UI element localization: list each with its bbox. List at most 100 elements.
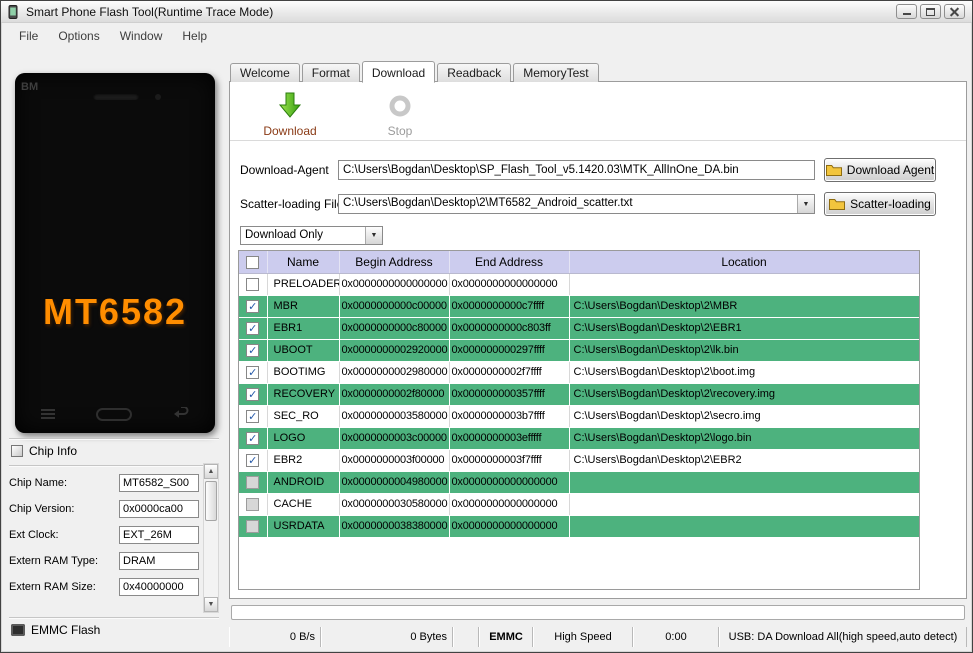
row-location-cell <box>569 471 919 494</box>
chip-field-value[interactable] <box>119 578 199 596</box>
tab-welcome[interactable]: Welcome <box>230 63 300 82</box>
scatter-loading-button[interactable]: Scatter-loading <box>824 192 936 216</box>
download-icon <box>278 92 302 118</box>
chip-field-value[interactable] <box>119 500 199 518</box>
window-controls <box>896 4 965 19</box>
download-action[interactable]: Download <box>242 90 338 138</box>
status-segment-2 <box>453 627 479 647</box>
row-name-cell: RECOVERY <box>267 383 340 406</box>
row-begin-address-cell: 0x0000000038380000 <box>339 515 450 538</box>
row-checkbox[interactable]: ✓ <box>246 453 260 467</box>
status-segment-0: 0 B/s <box>229 627 321 647</box>
status-segment-5: 0:00 <box>633 627 719 647</box>
close-icon <box>949 6 960 17</box>
minimize-icon <box>902 13 911 15</box>
row-check-cell: ✓ <box>239 405 268 428</box>
table-row: CACHE 0x0000000030580000 0x000000000000000… <box>239 493 919 516</box>
row-checkbox[interactable] <box>246 519 260 533</box>
chip-field-value[interactable] <box>119 552 199 570</box>
main-panel: Welcome Format Download Readback MemoryTest … <box>229 49 967 652</box>
separator <box>9 465 219 466</box>
phone-menu-icon <box>41 409 55 419</box>
scroll-down-button[interactable]: ▼ <box>204 597 218 612</box>
row-name-cell: EBR2 <box>267 449 340 472</box>
tab-memorytest[interactable]: MemoryTest <box>513 63 599 82</box>
table-row: ✓ EBR1 0x0000000000c80000 0x0000000000c803f… <box>239 317 919 340</box>
scatter-dropdown-button[interactable]: ▼ <box>797 195 814 213</box>
row-checkbox[interactable]: ✓ <box>246 409 260 423</box>
row-check-cell: ✓ <box>239 427 268 450</box>
status-segment-1: 0 Bytes <box>321 627 453 647</box>
row-name-cell: ANDROID <box>267 471 340 494</box>
row-checkbox[interactable]: ✓ <box>246 343 260 357</box>
row-check-cell <box>239 273 268 296</box>
minimize-button[interactable] <box>896 4 917 19</box>
table-row: PRELOADER 0x0000000000000000 0x00000000000… <box>239 273 919 296</box>
tab-readback[interactable]: Readback <box>437 63 512 82</box>
chip-info-row: Ext Clock: <box>9 525 199 545</box>
row-location-cell: C:\Users\Bogdan\Desktop\2\lk.bin <box>569 339 919 362</box>
menu-item-file[interactable]: File <box>9 26 48 46</box>
row-checkbox[interactable] <box>246 277 260 291</box>
row-checkbox[interactable] <box>246 497 260 511</box>
menu-item-window[interactable]: Window <box>110 26 173 46</box>
row-checkbox[interactable]: ✓ <box>246 387 260 401</box>
maximize-button[interactable] <box>920 4 941 19</box>
row-begin-address-cell: 0x0000000002f80000 <box>339 383 450 406</box>
download-agent-path-input[interactable] <box>338 160 815 180</box>
scroll-track[interactable] <box>204 479 218 597</box>
download-agent-button[interactable]: Download Agent <box>824 158 936 182</box>
row-location-cell: C:\Users\Bogdan\Desktop\2\EBR1 <box>569 317 919 340</box>
row-location-cell: C:\Users\Bogdan\Desktop\2\recovery.img <box>569 383 919 406</box>
tab-format[interactable]: Format <box>301 63 360 82</box>
phone-back-icon <box>174 407 189 418</box>
tab-download[interactable]: Download <box>361 61 436 83</box>
stop-action[interactable]: Stop <box>352 90 448 138</box>
row-check-cell: ✓ <box>239 449 268 472</box>
row-check-cell <box>239 515 268 538</box>
row-name-cell: USRDATA <box>267 515 340 538</box>
row-begin-address-cell: 0x0000000000c80000 <box>339 317 450 340</box>
row-checkbox[interactable]: ✓ <box>246 431 260 445</box>
row-check-cell: ✓ <box>239 295 268 318</box>
chip-info-row: Chip Version: <box>9 499 199 519</box>
chip-info-scrollbar[interactable]: ▲ ▼ <box>203 463 219 613</box>
chevron-down-icon: ▼ <box>370 232 378 239</box>
column-header-name: Name <box>267 251 340 274</box>
row-check-cell: ✓ <box>239 383 268 406</box>
scatter-file-combobox[interactable]: C:\Users\Bogdan\Desktop\2\MT6582_Android… <box>338 194 815 214</box>
select-all-checkbox[interactable] <box>246 255 260 269</box>
row-end-address-cell: 0x0000000003f7ffff <box>449 449 570 472</box>
download-mode-select[interactable]: Download Only ▼ <box>240 226 383 245</box>
row-name-cell: LOGO <box>267 427 340 450</box>
row-checkbox[interactable] <box>246 475 260 489</box>
row-begin-address-cell: 0x0000000003f00000 <box>339 449 450 472</box>
status-segment-3: EMMC <box>479 627 533 647</box>
menu-item-help[interactable]: Help <box>172 26 217 46</box>
row-checkbox[interactable]: ✓ <box>246 321 260 335</box>
stop-icon <box>389 95 411 117</box>
phone-camera-dot <box>155 94 161 100</box>
chip-field-value[interactable] <box>119 526 199 544</box>
row-end-address-cell: 0x0000000000c803ff <box>449 317 570 340</box>
chip-info-fields: Chip Name: Chip Version: Ext Clock: Extern … <box>9 473 199 603</box>
close-button[interactable] <box>944 4 965 19</box>
row-checkbox[interactable]: ✓ <box>246 299 260 313</box>
row-location-cell: C:\Users\Bogdan\Desktop\2\boot.img <box>569 361 919 384</box>
chip-field-value[interactable] <box>119 474 199 492</box>
scatter-loading-button-label: Scatter-loading <box>850 197 931 211</box>
mode-dropdown-button[interactable]: ▼ <box>365 227 382 244</box>
window-title: Smart Phone Flash Tool(Runtime Trace Mod… <box>26 4 274 19</box>
table-row: ✓ SEC_RO 0x0000000003580000 0x0000000003b7f… <box>239 405 919 428</box>
row-end-address-cell: 0x0000000000000000 <box>449 471 570 494</box>
scroll-up-button[interactable]: ▲ <box>204 464 218 479</box>
table-row: ✓ EBR2 0x0000000003f00000 0x0000000003f7fff… <box>239 449 919 472</box>
phone-nav-bar <box>15 405 215 423</box>
menu-item-options[interactable]: Options <box>48 26 109 46</box>
chip-info-row: Chip Name: <box>9 473 199 493</box>
row-begin-address-cell: 0x0000000000000000 <box>339 273 450 296</box>
row-checkbox[interactable]: ✓ <box>246 365 260 379</box>
row-begin-address-cell: 0x0000000002980000 <box>339 361 450 384</box>
scroll-thumb[interactable] <box>205 481 217 521</box>
phone-speaker <box>93 93 139 100</box>
